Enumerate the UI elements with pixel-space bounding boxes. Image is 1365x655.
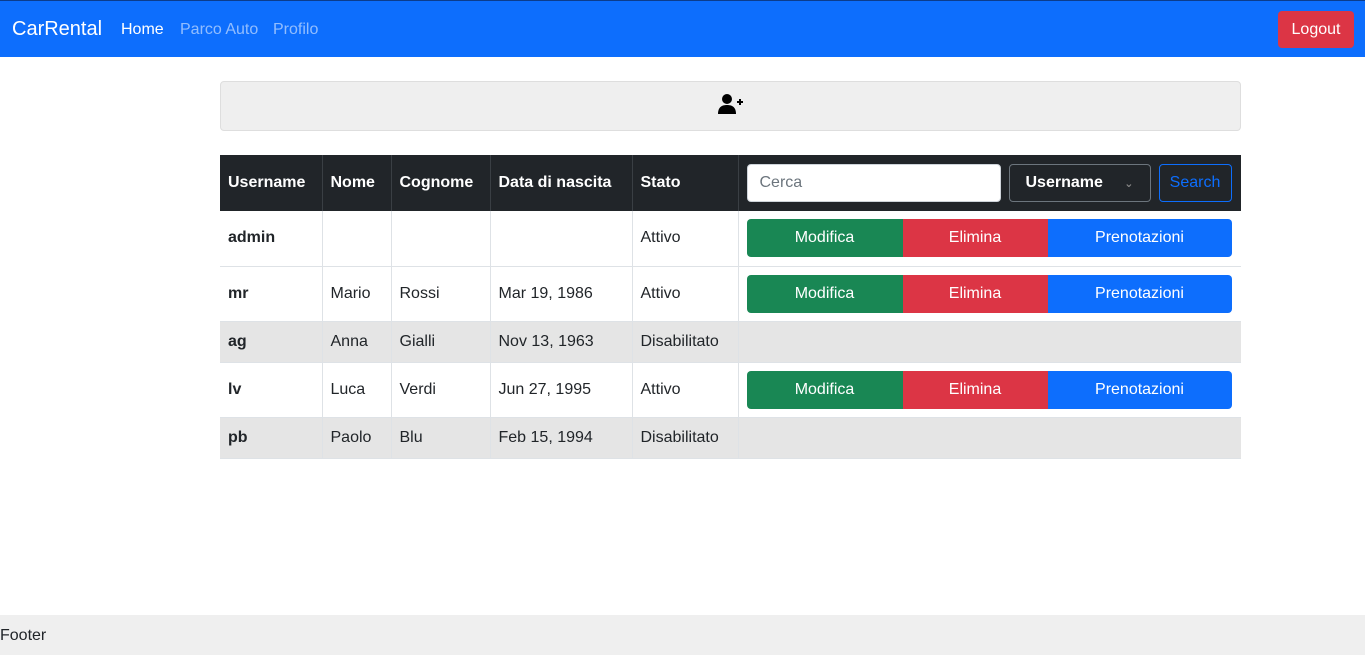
cell-stato: Attivo (632, 266, 739, 322)
search-button[interactable]: Search (1158, 164, 1232, 202)
cell-cognome (391, 211, 491, 267)
logout-button[interactable]: Logout (1278, 11, 1354, 48)
bookings-button[interactable]: Prenotazioni (1047, 274, 1232, 313)
header-nome: Nome (322, 155, 392, 211)
edit-button[interactable]: Modifica (746, 274, 903, 313)
delete-button[interactable]: Elimina (902, 219, 1048, 258)
table-row: mr Mario Rossi Mar 19, 1986 Attivo Modif… (220, 266, 1241, 322)
header-search: Username ⌄ Search (738, 155, 1241, 211)
delete-button[interactable]: Elimina (902, 370, 1048, 409)
cell-nascita: Feb 15, 1994 (490, 417, 633, 459)
table-row: lv Luca Verdi Jun 27, 1995 Attivo Modifi… (220, 362, 1241, 418)
cell-actions (738, 417, 1241, 459)
edit-button[interactable]: Modifica (746, 219, 903, 258)
navbar: CarRental Home Parco Auto Profilo Logout (0, 0, 1365, 57)
users-table: Username Nome Cognome Data di nascita St… (220, 155, 1241, 459)
filter-select-value: Username (1025, 174, 1103, 191)
footer-text: Footer (0, 627, 47, 644)
bookings-button[interactable]: Prenotazioni (1047, 219, 1232, 258)
cell-actions (738, 321, 1241, 363)
header-data-nascita: Data di nascita (490, 155, 633, 211)
nav-link-parco-auto[interactable]: Parco Auto (180, 21, 258, 39)
search-input[interactable] (746, 164, 1001, 202)
cell-nascita: Jun 27, 1995 (490, 362, 633, 418)
brand-logo[interactable]: CarRental (12, 18, 102, 41)
cell-nome: Mario (322, 266, 392, 322)
cell-actions: Modifica Elimina Prenotazioni (738, 211, 1241, 267)
table-header-row: Username Nome Cognome Data di nascita St… (220, 155, 1241, 211)
cell-nascita: Mar 19, 1986 (490, 266, 633, 322)
action-buttons: Modifica Elimina Prenotazioni (746, 274, 1232, 313)
cell-nome: Luca (322, 362, 392, 418)
table-row: ag Anna Gialli Nov 13, 1963 Disabilitato (220, 321, 1241, 363)
footer: Footer (0, 615, 1365, 655)
action-buttons: Modifica Elimina Prenotazioni (746, 219, 1232, 258)
cell-username: mr (220, 266, 323, 322)
table-row: pb Paolo Blu Feb 15, 1994 Disabilitato (220, 417, 1241, 459)
action-buttons: Modifica Elimina Prenotazioni (746, 370, 1232, 409)
cell-nascita: Nov 13, 1963 (490, 321, 633, 363)
cell-cognome: Gialli (391, 321, 491, 363)
table-row: admin Attivo Modifica Elimina Prenotazio… (220, 211, 1241, 267)
chevron-down-icon: ⌄ (1124, 177, 1134, 190)
header-stato: Stato (632, 155, 739, 211)
bookings-button[interactable]: Prenotazioni (1047, 370, 1232, 409)
cell-nome: Paolo (322, 417, 392, 459)
cell-nome: Anna (322, 321, 392, 363)
user-plus-icon (717, 93, 744, 120)
nav-link-profilo[interactable]: Profilo (273, 21, 318, 39)
cell-username: pb (220, 417, 323, 459)
filter-select[interactable]: Username ⌄ (1008, 164, 1151, 202)
cell-cognome: Blu (391, 417, 491, 459)
delete-button[interactable]: Elimina (902, 274, 1048, 313)
cell-cognome: Verdi (391, 362, 491, 418)
cell-username: ag (220, 321, 323, 363)
header-cognome: Cognome (391, 155, 491, 211)
cell-username: lv (220, 362, 323, 418)
cell-username: admin (220, 211, 323, 267)
cell-cognome: Rossi (391, 266, 491, 322)
edit-button[interactable]: Modifica (746, 370, 903, 409)
cell-stato: Attivo (632, 211, 739, 267)
cell-stato: Attivo (632, 362, 739, 418)
cell-nome (322, 211, 392, 267)
cell-actions: Modifica Elimina Prenotazioni (738, 362, 1241, 418)
cell-actions: Modifica Elimina Prenotazioni (738, 266, 1241, 322)
header-username: Username (220, 155, 323, 211)
cell-stato: Disabilitato (632, 321, 739, 363)
cell-stato: Disabilitato (632, 417, 739, 459)
cell-nascita (490, 211, 633, 267)
add-user-button[interactable] (220, 81, 1241, 131)
nav-link-home[interactable]: Home (121, 21, 164, 39)
